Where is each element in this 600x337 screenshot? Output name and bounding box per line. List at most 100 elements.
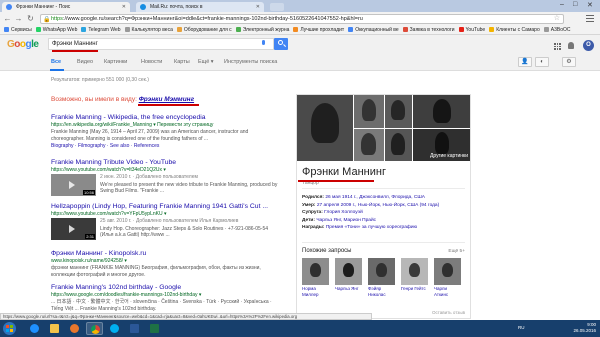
taskbar-ie-icon[interactable] — [26, 322, 43, 335]
reload-icon[interactable]: ↻ — [26, 14, 35, 23]
taskbar-media-icon[interactable] — [66, 322, 83, 335]
tab-more[interactable]: Ещё ▾ — [198, 59, 214, 65]
bookmark-favicon-icon — [402, 27, 408, 32]
knowledge-panel-images[interactable]: Другие картинки — [297, 95, 470, 161]
tab-news[interactable]: Новости — [141, 59, 162, 65]
fact-value-link[interactable]: 27 апреля 2009 г., Нью-Йорк, Нью-Йорк, С… — [317, 203, 439, 208]
bookmark-item[interactable]: Оккупационный ве — [348, 25, 399, 34]
related-name: Фэйяр Николас — [368, 286, 386, 297]
person-photo[interactable] — [297, 95, 353, 161]
result-title-link[interactable]: Фрэнки Маннинг - Kinopolsk.ru — [51, 250, 281, 257]
search-input[interactable]: Фрэнки Маннинг — [48, 38, 274, 50]
back-arrow-icon[interactable]: ← — [3, 14, 12, 23]
bookmark-item[interactable]: Электронный журна — [235, 25, 289, 34]
fact-value-link[interactable]: Глория Холлоуэй — [324, 210, 363, 215]
system-clock[interactable]: 9:00 26.05.2016 — [573, 322, 596, 334]
related-person[interactable]: Генри Гейтс — [401, 258, 429, 292]
taskbar-word-icon[interactable] — [126, 322, 143, 335]
account-mode-button[interactable]: 👤 — [518, 57, 532, 67]
taskbar-explorer-icon[interactable] — [46, 322, 63, 335]
person-photo[interactable] — [354, 129, 384, 161]
microphone-icon[interactable] — [262, 40, 265, 45]
apps-grid-icon[interactable] — [554, 43, 561, 50]
search-button[interactable] — [274, 38, 288, 50]
video-thumbnail[interactable]: 10:56 — [51, 174, 96, 196]
close-window-icon[interactable]: ✕ — [587, 1, 593, 9]
safe-search-button[interactable]: ◐ — [535, 57, 549, 67]
google-doodle-logo[interactable]: Google — [7, 38, 39, 51]
video-thumbnail[interactable]: 2:31 — [51, 218, 96, 240]
settings-gear-icon[interactable]: ⚙ — [562, 57, 576, 67]
result-title-link[interactable]: Frankie Manning's 102nd birthday - Googl… — [51, 284, 281, 291]
tab-video[interactable]: Видео — [77, 59, 93, 65]
bookmark-favicon-icon — [176, 27, 182, 32]
did-you-mean-link[interactable]: Фрэнки Мэмминг — [139, 96, 194, 103]
tab-images[interactable]: Картинки — [104, 59, 127, 65]
person-photo[interactable] — [354, 95, 384, 128]
bookmark-item[interactable]: Telegram Web — [81, 25, 121, 34]
person-photo[interactable] — [385, 95, 412, 128]
person-photo[interactable] — [385, 129, 412, 161]
bookmark-item[interactable]: Оборудование для с — [176, 25, 232, 34]
fact-value-link[interactable]: 26 мая 1914 г., Джэксонвилл, Флорида, СШ… — [325, 195, 425, 200]
more-images-link[interactable]: Другие картинки — [430, 153, 468, 159]
bookmark-star-icon[interactable]: ☆ — [554, 15, 560, 23]
browser-tab-mail[interactable]: Mail.Ru: почта, поиск в ✕ — [136, 2, 264, 12]
person-photo[interactable]: Другие картинки — [413, 129, 470, 161]
person-photo[interactable] — [413, 95, 470, 128]
close-tab-icon[interactable]: ✕ — [122, 2, 126, 12]
taskbar-chrome-icon[interactable] — [86, 322, 103, 335]
related-more-link[interactable]: Ещё 5+ — [448, 249, 465, 254]
start-button[interactable] — [3, 322, 16, 335]
taskbar-skype-icon[interactable] — [106, 322, 123, 335]
tab-search-tools[interactable]: Инструменты поиска — [224, 59, 277, 65]
fact-value-link[interactable]: Чарльз Янг, Марион Прайс — [316, 218, 376, 223]
result-title-link[interactable]: Hellzapoppin (Lindy Hop, Featuring Frank… — [51, 203, 281, 210]
related-person[interactable]: Фэйяр Николас — [368, 258, 396, 297]
bookmark-item[interactable]: Заявка в технологи — [402, 25, 455, 34]
browser-menu-icon[interactable] — [586, 15, 594, 23]
search-result: Фрэнки Маннинг - Kinopolsk.ru www.kinopo… — [51, 250, 281, 278]
fact-died: Умер: 27 апреля 2009 г., Нью-Йорк, Нью-Й… — [302, 202, 440, 208]
notifications-bell-icon[interactable] — [568, 42, 574, 49]
bookmark-item[interactable]: YouTube — [458, 25, 485, 34]
related-person[interactable]: Чарли Аткинс — [434, 258, 462, 297]
close-tab-icon[interactable]: ✕ — [256, 2, 260, 12]
bookmark-item[interactable]: Сервисы — [4, 25, 32, 34]
search-result: Frankie Manning's 102nd birthday - Googl… — [51, 284, 281, 312]
bookmark-item[interactable]: A3BoOC — [543, 25, 570, 34]
account-avatar[interactable]: О — [583, 40, 594, 51]
address-bar[interactable]: 🔒 https://www.google.ru/search?q=Фрэнки+… — [40, 14, 564, 24]
result-sitelinks[interactable]: Biography · Filmography · See also · Ref… — [51, 143, 281, 150]
bookmark-item[interactable]: Клиенты с Самаро — [489, 25, 540, 34]
bookmark-favicon-icon — [543, 27, 549, 32]
bookmark-item[interactable]: Лучшие прохладит — [293, 25, 345, 34]
result-title-link[interactable]: Frankie Manning Tribute Video - YouTube — [51, 159, 281, 166]
search-result: Frankie Manning - Wikipedia, the free en… — [51, 114, 281, 150]
result-url: www.kinopoisk.ru/name/924258/ ▾ — [51, 258, 127, 264]
result-title-link[interactable]: Frankie Manning - Wikipedia, the free en… — [51, 114, 281, 121]
tab-all[interactable]: Все — [51, 59, 61, 65]
bookmark-favicon-icon — [81, 27, 87, 32]
related-person[interactable]: Норма Миллер — [302, 258, 330, 297]
fact-value-link[interactable]: Премия «Тони» за лучшую хореографию — [326, 225, 417, 230]
feedback-link[interactable]: Оставить отзыв — [432, 310, 465, 315]
did-you-mean-label: Возможно, вы имели в виду: — [51, 96, 137, 103]
maximize-icon[interactable]: □ — [573, 1, 577, 8]
bookmark-label: Лучшие прохладит — [300, 27, 345, 33]
bookmark-item[interactable]: Калькулятор веса — [124, 25, 173, 34]
new-tab-button[interactable] — [270, 3, 284, 11]
bookmark-item[interactable]: WhatsApp Web — [35, 25, 77, 34]
taskbar-excel-icon[interactable] — [146, 322, 163, 335]
result-snippet: ... 日本語 · 中文 · 繁體中文 · 한국어 · slovenčina ·… — [51, 299, 272, 312]
windows-taskbar: RU 9:00 26.05.2016 — [0, 320, 600, 337]
minimize-icon[interactable]: – — [560, 1, 564, 8]
bookmark-label: Оборудование для с — [183, 27, 232, 33]
browser-tab-google[interactable]: Фрэнки Маннинг - Поис ✕ — [2, 2, 130, 12]
language-indicator[interactable]: RU — [518, 325, 525, 330]
divider — [302, 188, 465, 189]
forward-arrow-icon[interactable]: → — [14, 14, 23, 23]
tab-maps[interactable]: Карты — [174, 59, 190, 65]
related-person[interactable]: Чарльз Янг — [335, 258, 363, 292]
lock-icon: 🔒 — [43, 17, 51, 23]
